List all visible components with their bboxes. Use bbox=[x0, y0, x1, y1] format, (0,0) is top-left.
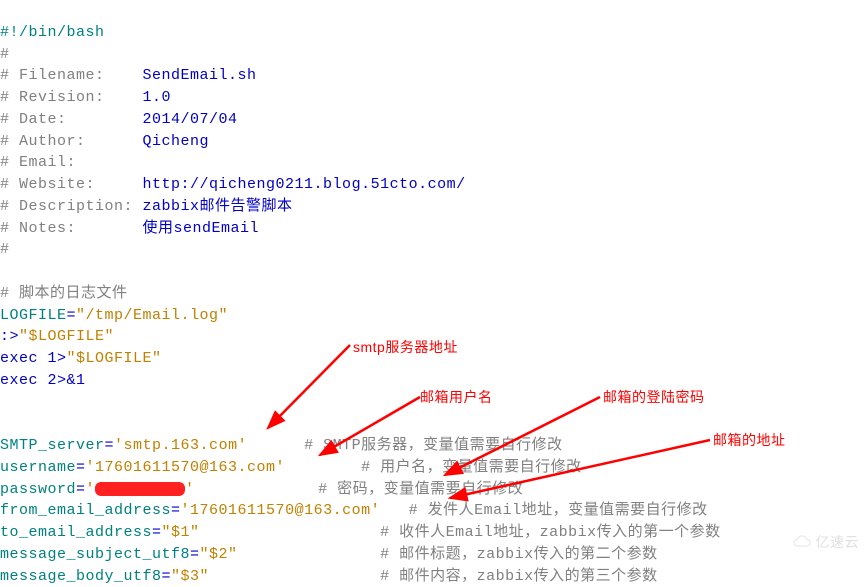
body-val: "$3" bbox=[171, 568, 209, 585]
password-suffix: ' bbox=[185, 481, 195, 498]
logfile-var: LOGFILE bbox=[0, 307, 67, 324]
to-cmt: # 收件人Email地址，zabbix传入的第一个参数 bbox=[380, 524, 721, 541]
cloud-icon bbox=[792, 535, 812, 549]
website-value: http://qicheng0211.blog.51cto.com/ bbox=[143, 176, 466, 193]
password-var: password bbox=[0, 481, 76, 498]
password-censored bbox=[95, 482, 185, 496]
filename-value: SendEmail.sh bbox=[143, 67, 257, 84]
exec1a: exec bbox=[0, 350, 48, 367]
body-var: message_body_utf8 bbox=[0, 568, 162, 585]
redir-target: "$LOGFILE" bbox=[19, 328, 114, 345]
password-prefix: ' bbox=[86, 481, 96, 498]
website-label: # Website: bbox=[0, 176, 143, 193]
from-val: '17601611570@163.com' bbox=[181, 502, 381, 519]
author-value: Qicheng bbox=[143, 133, 210, 150]
subj-var: message_subject_utf8 bbox=[0, 546, 190, 563]
date-label: # Date: bbox=[0, 111, 143, 128]
password-cmt: # 密码，变量值需要自行修改 bbox=[318, 481, 523, 498]
exec2a: exec bbox=[0, 372, 48, 389]
username-val: '17601611570@163.com' bbox=[86, 459, 286, 476]
exec2b: 2>&1 bbox=[48, 372, 86, 389]
description-value: zabbix邮件告警脚本 bbox=[143, 198, 293, 215]
eq: = bbox=[67, 307, 77, 324]
subj-val: "$2" bbox=[200, 546, 238, 563]
revision-label: # Revision: bbox=[0, 89, 143, 106]
annotation-addr: 邮箱的地址 bbox=[713, 430, 786, 450]
description-label: # Description: bbox=[0, 198, 143, 215]
watermark-text: 亿速云 bbox=[816, 532, 860, 552]
watermark: 亿速云 bbox=[792, 532, 860, 552]
annotation-pass: 邮箱的登陆密码 bbox=[603, 387, 705, 407]
exec1c: "$LOGFILE" bbox=[67, 350, 162, 367]
annotation-smtp: smtp服务器地址 bbox=[353, 337, 458, 357]
to-val: "$1" bbox=[162, 524, 200, 541]
username-cmt: # 用户名，变量值需要自行修改 bbox=[361, 459, 582, 476]
smtp-var: SMTP_server bbox=[0, 437, 105, 454]
section-comment: # 脚本的日志文件 bbox=[0, 285, 128, 302]
to-var: to_email_address bbox=[0, 524, 152, 541]
revision-value: 1.0 bbox=[143, 89, 172, 106]
notes-value: 使用sendEmail bbox=[143, 220, 260, 237]
author-label: # Author: bbox=[0, 133, 143, 150]
smtp-val: 'smtp.163.com' bbox=[114, 437, 247, 454]
script-source: #!/bin/bash # # Filename: SendEmail.sh #… bbox=[0, 0, 867, 587]
hash-line: # bbox=[0, 46, 10, 63]
hash-line-2: # bbox=[0, 241, 10, 258]
date-value: 2014/07/04 bbox=[143, 111, 238, 128]
annotation-user: 邮箱用户名 bbox=[420, 387, 493, 407]
smtp-cmt: # SMTP服务器，变量值需要自行修改 bbox=[304, 437, 563, 454]
notes-label: # Notes: bbox=[0, 220, 143, 237]
filename-label: # Filename: bbox=[0, 67, 143, 84]
redir-op: :> bbox=[0, 328, 19, 345]
body-cmt: # 邮件内容，zabbix传入的第三个参数 bbox=[380, 568, 658, 585]
from-var: from_email_address bbox=[0, 502, 171, 519]
shebang-line: #!/bin/bash bbox=[0, 24, 105, 41]
subj-cmt: # 邮件标题，zabbix传入的第二个参数 bbox=[380, 546, 658, 563]
logfile-val: "/tmp/Email.log" bbox=[76, 307, 228, 324]
username-var: username bbox=[0, 459, 76, 476]
email-label: # Email: bbox=[0, 154, 76, 171]
exec1b: 1> bbox=[48, 350, 67, 367]
from-cmt: # 发件人Email地址，变量值需要自行修改 bbox=[409, 502, 708, 519]
